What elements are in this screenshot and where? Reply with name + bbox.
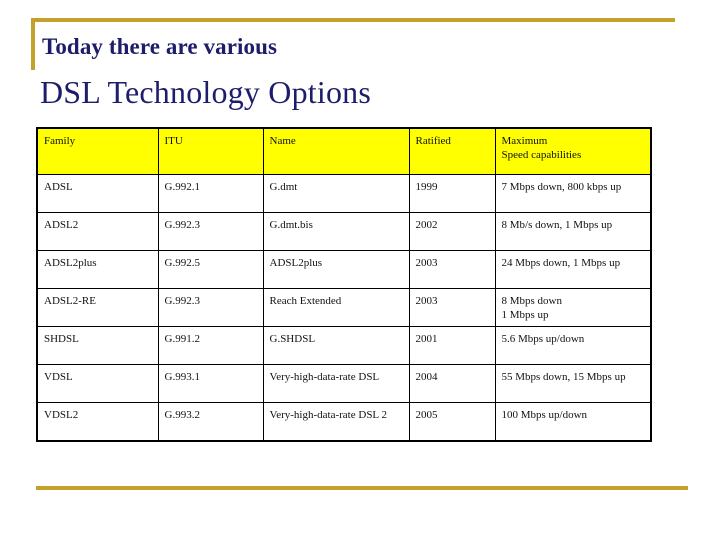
table-row: ADSL G.992.1 G.dmt 1999 7 Mbps down, 800… <box>36 174 652 213</box>
cell-max-speed: 5.6 Mbps up/down <box>494 326 652 365</box>
cell-name: G.dmt <box>262 174 410 213</box>
column-header-itu: ITU <box>157 127 264 175</box>
cell-ratified: 2004 <box>408 364 496 403</box>
cell-ratified: 2001 <box>408 326 496 365</box>
cell-family: VDSL2 <box>36 402 159 442</box>
cell-name: G.SHDSL <box>262 326 410 365</box>
cell-family: ADSL2 <box>36 212 159 251</box>
cell-ratified: 2005 <box>408 402 496 442</box>
cell-itu: G.992.3 <box>157 212 264 251</box>
cell-max-speed-line1: 8 Mbps down <box>501 295 563 307</box>
cell-name: Very-high-data-rate DSL <box>262 364 410 403</box>
cell-name: Reach Extended <box>262 288 410 327</box>
table-row: SHDSL G.991.2 G.SHDSL 2001 5.6 Mbps up/d… <box>36 326 652 365</box>
table-row: VDSL2 G.993.2 Very-high-data-rate DSL 2 … <box>36 402 652 442</box>
cell-max-speed: 24 Mbps down, 1 Mbps up <box>494 250 652 289</box>
bottom-accent-rule <box>36 486 688 490</box>
column-header-max-speed-line2: Speed capabilities <box>501 149 582 161</box>
cell-max-speed: 100 Mbps up/down <box>494 402 652 442</box>
cell-itu: G.991.2 <box>157 326 264 365</box>
column-header-name: Name <box>262 127 410 175</box>
cell-ratified: 1999 <box>408 174 496 213</box>
table-row: VDSL G.993.1 Very-high-data-rate DSL 200… <box>36 364 652 403</box>
cell-itu: G.993.2 <box>157 402 264 442</box>
page-title: DSL Technology Options <box>40 74 372 110</box>
cell-family: SHDSL <box>36 326 159 365</box>
cell-max-speed: 55 Mbps down, 15 Mbps up <box>494 364 652 403</box>
cell-itu: G.992.5 <box>157 250 264 289</box>
slide: Today there are various DSL Technology O… <box>0 0 720 540</box>
cell-name: ADSL2plus <box>262 250 410 289</box>
cell-ratified: 2003 <box>408 288 496 327</box>
dsl-technology-table: Family ITU Name Ratified Maximum Speed c… <box>36 127 652 442</box>
cell-itu: G.993.1 <box>157 364 264 403</box>
cell-ratified: 2002 <box>408 212 496 251</box>
cell-family: VDSL <box>36 364 159 403</box>
cell-itu: G.992.1 <box>157 174 264 213</box>
table-header: Family ITU Name Ratified Maximum Speed c… <box>36 127 652 175</box>
cell-name: G.dmt.bis <box>262 212 410 251</box>
table-row: ADSL2plus G.992.5 ADSL2plus 2003 24 Mbps… <box>36 250 652 289</box>
cell-family: ADSL <box>36 174 159 213</box>
column-header-max-speed: Maximum Speed capabilities <box>494 127 652 175</box>
top-accent-rule <box>31 18 675 22</box>
column-header-ratified: Ratified <box>408 127 496 175</box>
left-accent-rule <box>31 18 35 70</box>
table-row: ADSL2 G.992.3 G.dmt.bis 2002 8 Mb/s down… <box>36 212 652 251</box>
column-header-family: Family <box>36 127 159 175</box>
slide-subtitle: Today there are various <box>42 34 278 59</box>
table-header-row: Family ITU Name Ratified Maximum Speed c… <box>36 127 652 175</box>
cell-family: ADSL2-RE <box>36 288 159 327</box>
cell-itu: G.992.3 <box>157 288 264 327</box>
table-row: ADSL2-RE G.992.3 Reach Extended 2003 8 M… <box>36 288 652 327</box>
cell-family: ADSL2plus <box>36 250 159 289</box>
table-body: ADSL G.992.1 G.dmt 1999 7 Mbps down, 800… <box>36 174 652 442</box>
cell-max-speed: 8 Mbps down 1 Mbps up <box>494 288 652 327</box>
cell-max-speed: 7 Mbps down, 800 kbps up <box>494 174 652 213</box>
cell-name: Very-high-data-rate DSL 2 <box>262 402 410 442</box>
cell-ratified: 2003 <box>408 250 496 289</box>
dsl-table-container: Family ITU Name Ratified Maximum Speed c… <box>36 127 652 442</box>
cell-max-speed-line2: 1 Mbps up <box>501 309 549 321</box>
column-header-max-speed-line1: Maximum <box>501 135 548 147</box>
cell-max-speed: 8 Mb/s down, 1 Mbps up <box>494 212 652 251</box>
